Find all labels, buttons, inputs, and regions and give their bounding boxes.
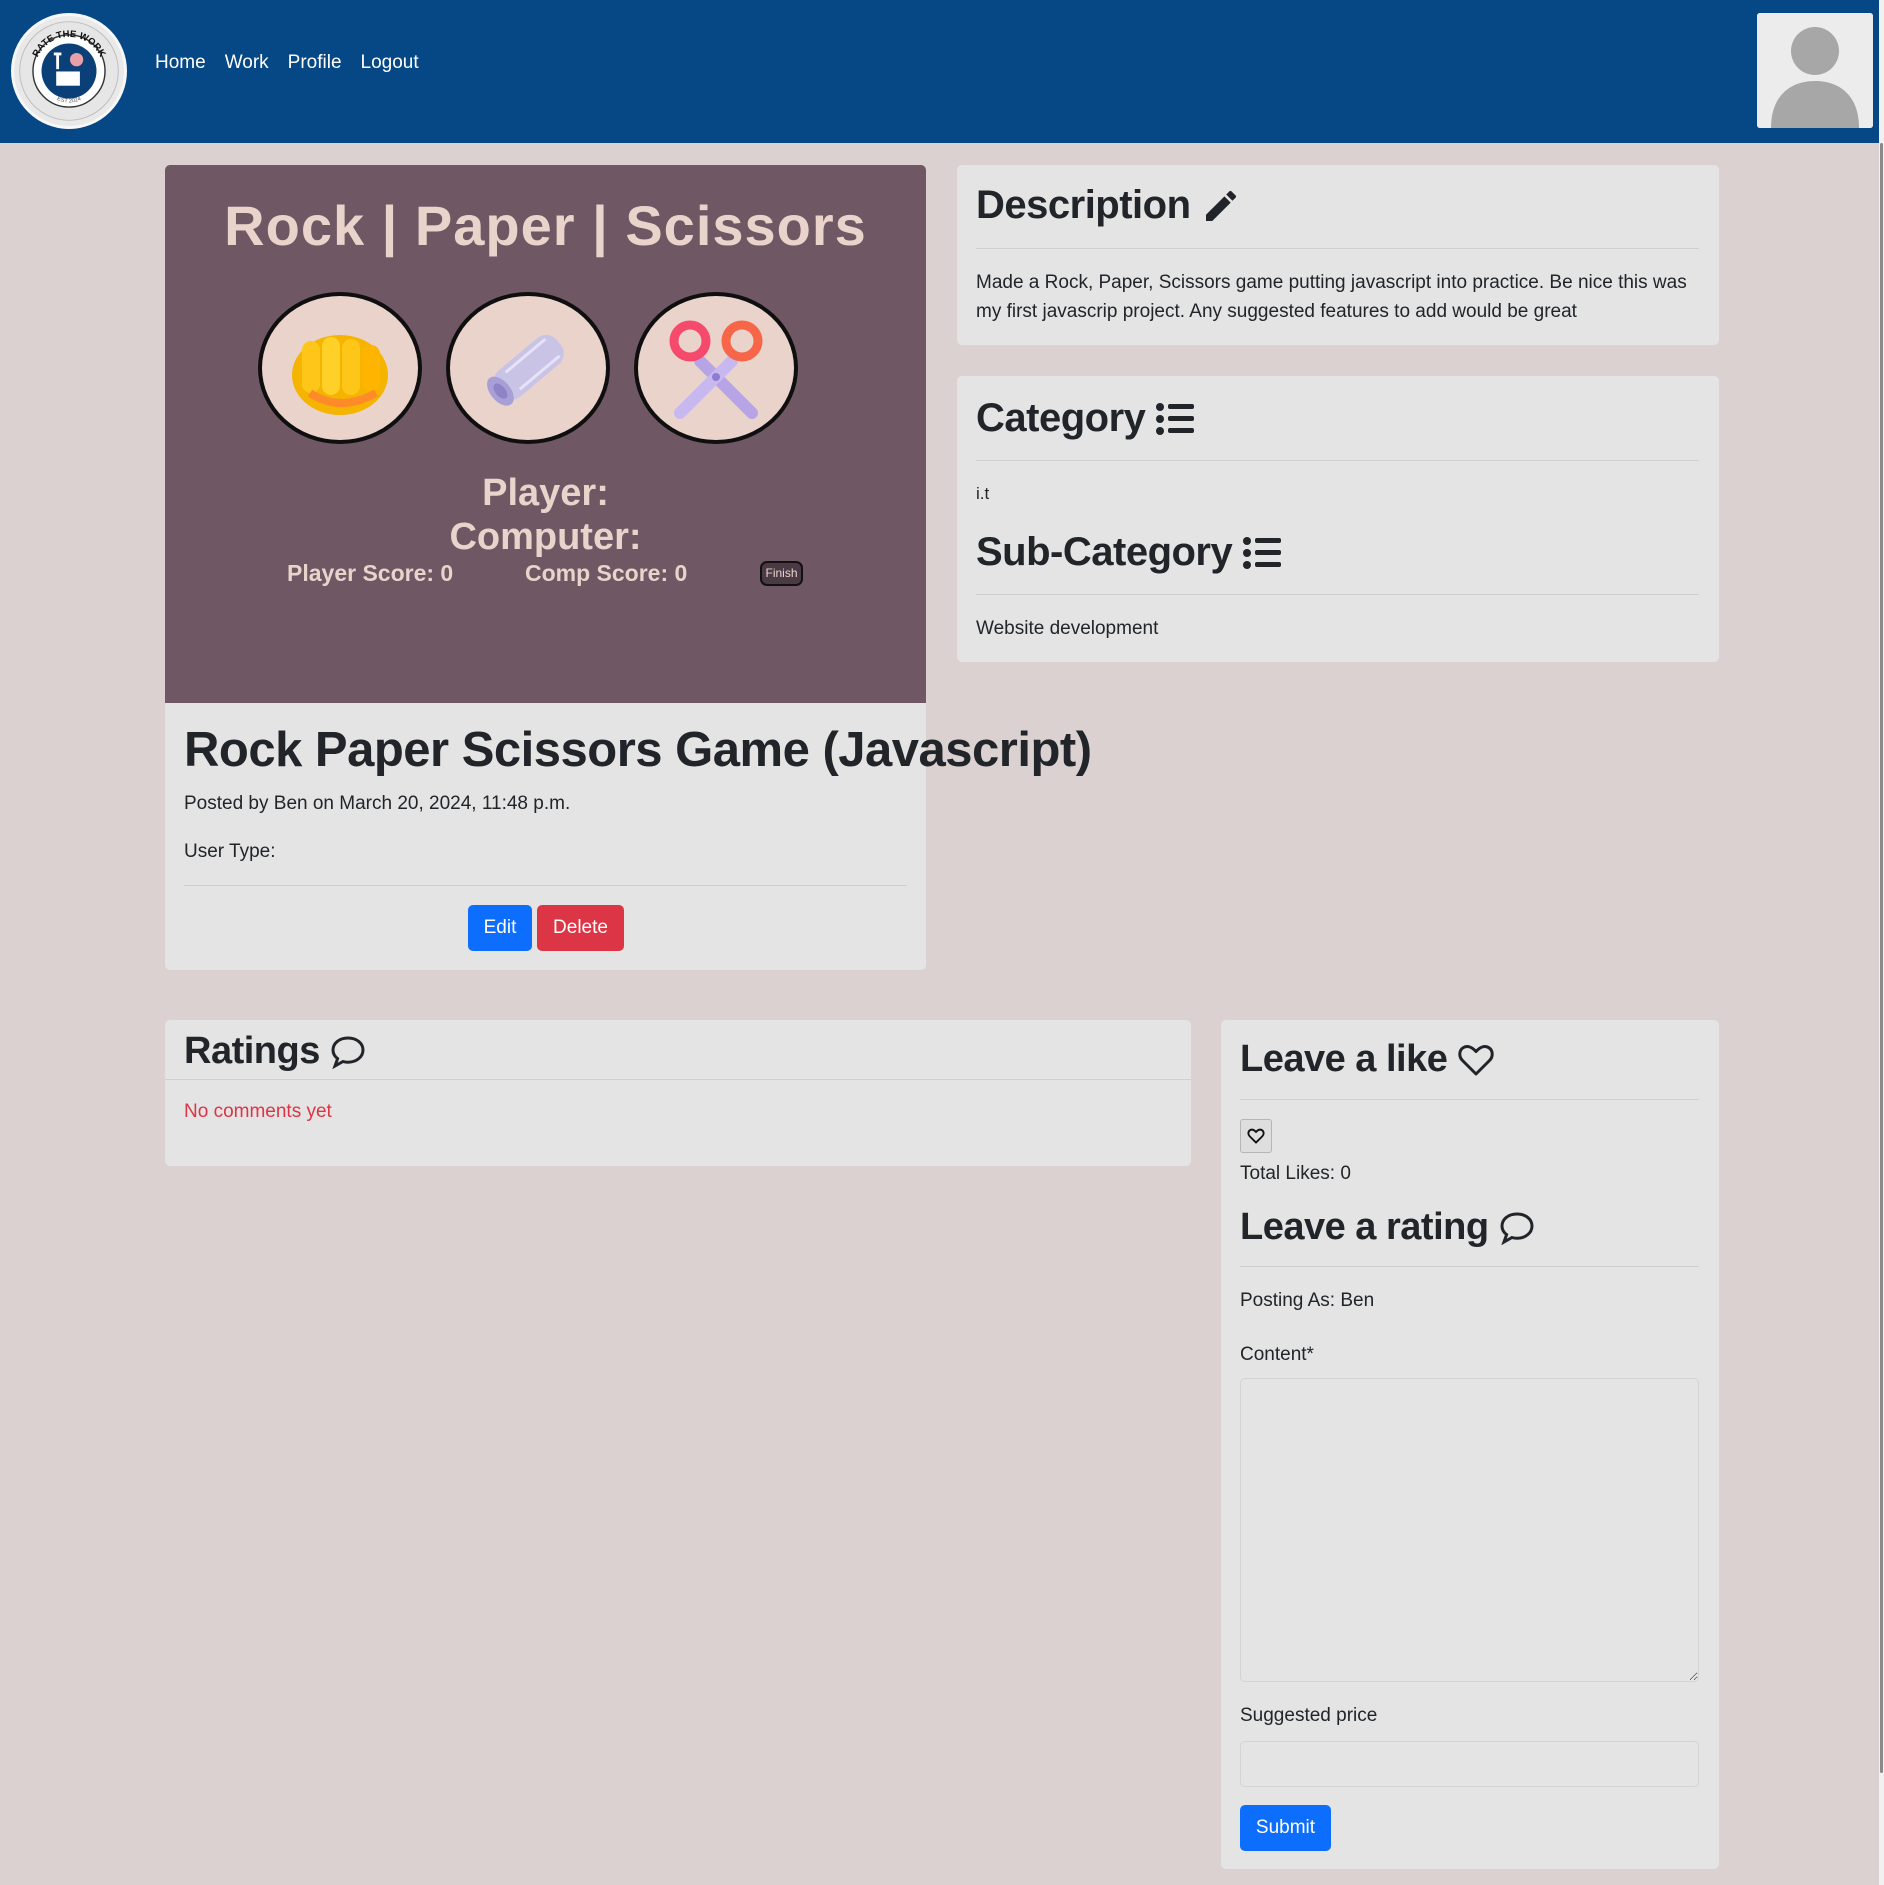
chat-icon bbox=[1500, 1211, 1534, 1245]
rating-form-heading: Leave a rating bbox=[1240, 1206, 1535, 1249]
nav-home-link[interactable]: Home bbox=[155, 52, 206, 74]
suggested-price-input[interactable] bbox=[1240, 1741, 1699, 1787]
fist-icon bbox=[292, 335, 388, 415]
paper-scroll-icon bbox=[487, 334, 564, 406]
category-heading: Category bbox=[976, 396, 1195, 441]
like-divider bbox=[1240, 1099, 1699, 1100]
sub-category-heading-text: Sub-Category bbox=[976, 530, 1233, 574]
nav-logout-link[interactable]: Logout bbox=[361, 52, 419, 74]
description-divider bbox=[976, 248, 1699, 249]
computer-choice-label: Computer: bbox=[449, 516, 642, 558]
nav-profile-link[interactable]: Profile bbox=[288, 52, 342, 74]
ratings-divider bbox=[165, 1079, 1191, 1080]
description-heading-text: Description bbox=[976, 183, 1191, 227]
game-title: Rock | Paper | Scissors bbox=[224, 194, 867, 257]
heart-icon bbox=[1458, 1044, 1495, 1075]
suggested-price-label: Suggested price bbox=[1240, 1705, 1378, 1726]
category-divider bbox=[976, 460, 1699, 461]
scissors-icon bbox=[669, 320, 763, 419]
list-icon bbox=[1243, 536, 1282, 569]
submit-button[interactable]: Submit bbox=[1240, 1805, 1331, 1851]
rating-form-divider bbox=[1240, 1266, 1699, 1267]
description-heading: Description bbox=[976, 183, 1241, 228]
player-choice-label: Player: bbox=[482, 472, 609, 514]
delete-button[interactable]: Delete bbox=[537, 905, 624, 951]
paper-choice[interactable] bbox=[446, 292, 610, 444]
like-heading-text: Leave a like bbox=[1240, 1038, 1448, 1080]
player-score: Player Score: 0 bbox=[287, 560, 454, 586]
edit-button[interactable]: Edit bbox=[468, 905, 532, 951]
user-avatar-icon bbox=[1757, 13, 1873, 128]
pencil-icon bbox=[1205, 190, 1236, 221]
finish-game-button[interactable]: Finish bbox=[760, 561, 803, 586]
navbar: RATE THE WORK EST 2024 Home Work Profile… bbox=[0, 0, 1884, 143]
nav-work-link[interactable]: Work bbox=[225, 52, 269, 74]
sub-category-heading: Sub-Category bbox=[976, 530, 1282, 575]
list-icon bbox=[1156, 402, 1195, 435]
rock-choice[interactable] bbox=[258, 292, 422, 444]
ratings-heading: Ratings bbox=[184, 1030, 366, 1073]
category-value: i.t bbox=[976, 484, 990, 503]
heart-icon bbox=[1247, 1128, 1265, 1144]
like-button[interactable] bbox=[1240, 1119, 1272, 1153]
post-user-type: User Type: bbox=[184, 841, 276, 862]
no-comments-text: No comments yet bbox=[184, 1101, 332, 1122]
site-logo[interactable]: RATE THE WORK EST 2024 bbox=[11, 13, 127, 129]
description-text: Made a Rock, Paper, Scissors game puttin… bbox=[976, 272, 1687, 322]
total-likes: Total Likes: 0 bbox=[1240, 1163, 1351, 1184]
content-label: Content* bbox=[1240, 1344, 1314, 1365]
content-textarea[interactable] bbox=[1240, 1378, 1699, 1682]
user-avatar[interactable] bbox=[1757, 13, 1873, 128]
like-heading: Leave a like bbox=[1240, 1038, 1495, 1081]
scissors-choice[interactable] bbox=[634, 292, 798, 444]
rating-form-heading-text: Leave a rating bbox=[1240, 1206, 1489, 1248]
ratings-heading-text: Ratings bbox=[184, 1030, 320, 1072]
logo-emblem-icon: RATE THE WORK EST 2024 bbox=[19, 21, 119, 121]
sub-category-divider bbox=[976, 594, 1699, 595]
post-meta: Posted by Ben on March 20, 2024, 11:48 p… bbox=[184, 793, 571, 814]
post-title: Rock Paper Scissors Game (Javascript) bbox=[184, 723, 1092, 777]
computer-score: Comp Score: 0 bbox=[525, 560, 688, 586]
sub-category-value: Website development bbox=[976, 618, 1159, 639]
posting-as-text: Posting As: Ben bbox=[1240, 1290, 1375, 1311]
chat-icon bbox=[331, 1035, 365, 1069]
post-divider bbox=[184, 885, 907, 886]
scrollbar-thumb[interactable] bbox=[1880, 143, 1883, 1773]
category-heading-text: Category bbox=[976, 396, 1146, 440]
nav-links: Home Work Profile Logout bbox=[155, 52, 419, 74]
